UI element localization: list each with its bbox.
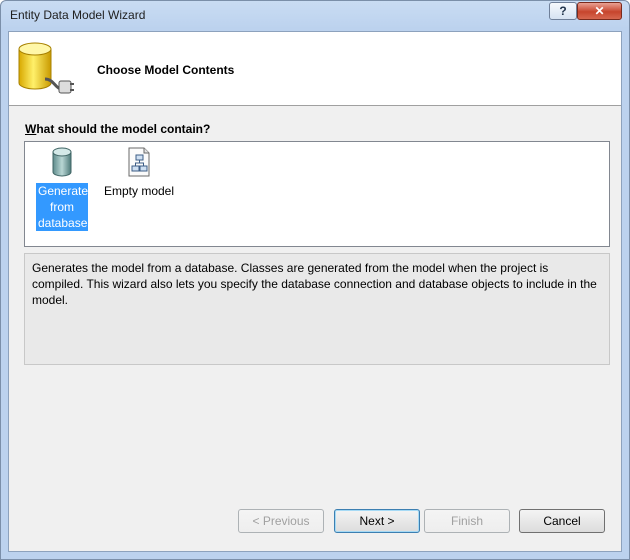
question-mnemonic: W	[25, 122, 37, 136]
finish-button[interactable]: Finish	[424, 509, 510, 533]
model-option-empty-model[interactable]: Empty model	[99, 147, 179, 199]
cancel-button[interactable]: Cancel	[519, 509, 605, 533]
help-button[interactable]: ?	[549, 2, 577, 20]
option-description: Generates the model from a database. Cla…	[24, 253, 610, 365]
title-bar[interactable]: Entity Data Model Wizard ? ✕	[1, 1, 629, 31]
window-title: Entity Data Model Wizard	[10, 8, 146, 22]
database-icon	[52, 147, 72, 177]
wizard-header: Choose Model Contents	[9, 32, 621, 106]
wizard-client-area: Choose Model Contents What should the mo…	[8, 31, 622, 552]
model-options-list[interactable]: Generate from database Empty model	[24, 141, 610, 247]
model-contents-question: What should the model contain?	[25, 122, 210, 136]
next-button[interactable]: Next >	[334, 509, 420, 533]
previous-button[interactable]: < Previous	[238, 509, 324, 533]
page-title: Choose Model Contents	[97, 63, 235, 77]
empty-model-icon	[128, 147, 150, 177]
model-option-label: Generate from database	[36, 183, 89, 231]
wizard-window: Entity Data Model Wizard ? ✕ Choose Mode…	[0, 0, 630, 560]
close-button[interactable]: ✕	[577, 2, 622, 20]
question-text: hat should the model contain?	[36, 122, 211, 136]
model-option-generate-from-database[interactable]: Generate from database	[36, 147, 88, 231]
model-option-label: Empty model	[103, 184, 175, 198]
database-plug-icon	[18, 42, 74, 94]
